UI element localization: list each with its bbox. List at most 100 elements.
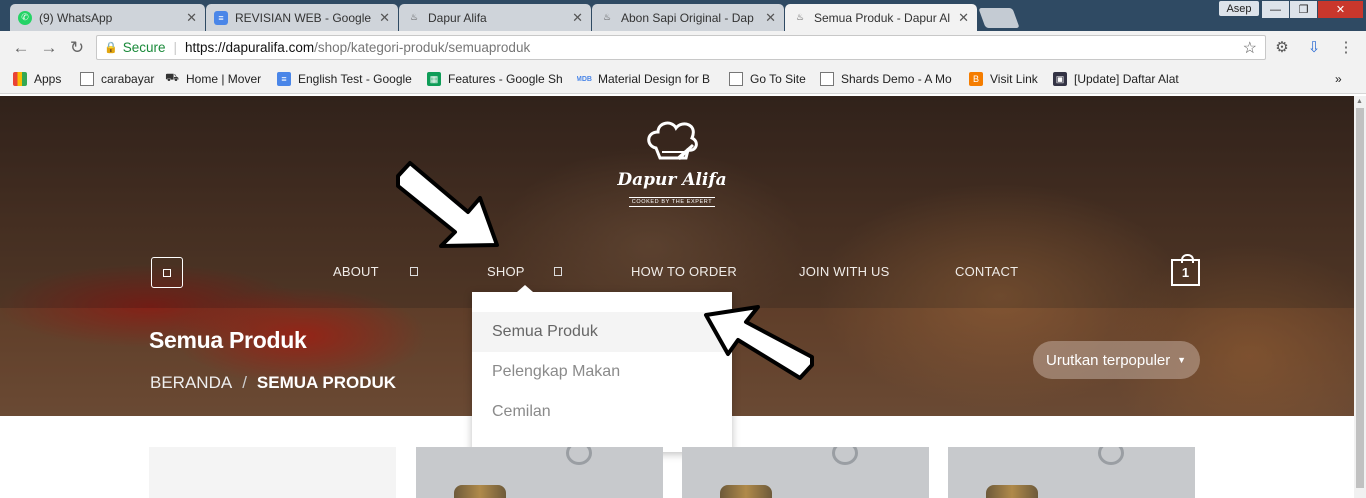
bookmark-label: Visit Link [990, 72, 1038, 86]
breadcrumb-home[interactable]: BERANDA [150, 373, 232, 393]
sort-select[interactable]: Urutkan terpopuler ▼ [1033, 341, 1200, 379]
secure-label: Secure [122, 40, 166, 55]
extension-gear-icon[interactable]: ⚙ [1273, 38, 1291, 56]
nav-join-with-us[interactable]: JOIN WITH US [799, 264, 890, 279]
close-window-button[interactable]: ✕ [1318, 1, 1363, 18]
bookmark-go-to-site[interactable]: Go To Site [729, 70, 811, 88]
bookmark-carabayar[interactable]: carabayar [80, 70, 160, 88]
dropdown-item-pelengkap-makan[interactable]: Pelengkap Makan [472, 352, 732, 392]
bookmark-label: English Test - Google [298, 72, 412, 86]
breadcrumb-separator: / [242, 373, 247, 392]
nav-shop-chevron-icon[interactable] [554, 267, 562, 276]
close-icon[interactable]: ✕ [765, 10, 776, 26]
page-icon [820, 72, 834, 86]
bookmark-label: Shards Demo - A Mo [841, 72, 952, 86]
product-image [832, 447, 858, 465]
menu-square-icon [163, 268, 171, 277]
shop-dropdown-menu: Semua Produk Pelengkap Makan Cemilan [472, 285, 732, 452]
page-title: Semua Produk [149, 327, 307, 353]
bookmark-label: Home | Mover [186, 72, 262, 86]
forward-icon[interactable]: → [38, 37, 60, 59]
extension-download-icon[interactable]: ⇩ [1305, 38, 1323, 56]
bookmark-english-test[interactable]: ≡ English Test - Google [277, 70, 419, 88]
page-icon [729, 72, 743, 86]
close-icon[interactable]: ✕ [186, 10, 197, 26]
minimize-button[interactable]: — [1262, 1, 1289, 18]
bookmark-label: Go To Site [750, 72, 806, 86]
bookmark-features[interactable]: ▦ Features - Google Sh [427, 70, 569, 88]
nav-about-chevron-icon[interactable] [410, 267, 418, 276]
product-card[interactable] [682, 447, 929, 498]
google-docs-icon: ≡ [277, 72, 291, 86]
dropdown-item-cemilan[interactable]: Cemilan [472, 392, 732, 432]
site-logo[interactable]: Dapur Alifa COOKED BY THE EXPERT [616, 118, 728, 218]
bookmark-label: Features - Google Sh [448, 72, 563, 86]
product-image [1098, 447, 1124, 465]
browser-tab-abon-sapi[interactable]: ♨ Abon Sapi Original - Dap ✕ [592, 4, 784, 31]
page-scrollbar[interactable]: ▲ [1354, 96, 1366, 498]
browser-tab-strip: ✆ (9) WhatsApp ✕ ≡ REVISIAN WEB - Google… [0, 0, 1366, 31]
product-card[interactable] [149, 447, 396, 498]
logo-tagline: COOKED BY THE EXPERT [628, 197, 716, 207]
cart-button[interactable]: 1 [1171, 254, 1200, 286]
caret-down-icon: ▼ [1177, 355, 1186, 365]
bookmark-star-icon[interactable]: ☆ [1243, 38, 1257, 58]
product-jar-image [720, 485, 772, 498]
logo-brand-text: Dapur Alifa [617, 170, 727, 190]
dropdown-item-semua-produk[interactable]: Semua Produk [472, 312, 732, 352]
page-icon [80, 72, 94, 86]
google-docs-icon: ≡ [214, 10, 228, 25]
scrollbar-thumb[interactable] [1356, 108, 1364, 488]
url-host: https://dapuralifa.com [185, 40, 315, 55]
truck-icon: ⛟ [165, 72, 179, 84]
nav-contact[interactable]: CONTACT [955, 264, 1018, 279]
address-separator: | [173, 40, 177, 55]
reload-icon[interactable]: ↻ [66, 37, 88, 59]
bookmark-label: carabayar [101, 72, 155, 86]
tab-label: Abon Sapi Original - Dap [621, 10, 754, 25]
tab-label: (9) WhatsApp [39, 10, 113, 25]
bookmark-shards-demo[interactable]: Shards Demo - A Mo [820, 70, 958, 88]
bookmark-home-mover[interactable]: ⛟ Home | Mover [165, 70, 270, 88]
product-card[interactable] [416, 447, 663, 498]
bookmark-label: Material Design for B [598, 72, 711, 86]
apps-grid-icon [13, 72, 27, 86]
bookmark-material-design[interactable]: MDB Material Design for B [577, 70, 717, 88]
profile-button[interactable]: Asep [1219, 1, 1259, 16]
chef-hat-icon [647, 121, 698, 160]
menu-toggle-button[interactable] [151, 257, 183, 288]
close-icon[interactable]: ✕ [958, 10, 969, 26]
bookmark-visit-link[interactable]: B Visit Link [969, 70, 1044, 88]
nav-how-to-order[interactable]: HOW TO ORDER [631, 264, 737, 279]
google-sheets-icon: ▦ [427, 72, 441, 86]
nav-about[interactable]: ABOUT [333, 264, 379, 279]
browser-tab-whatsapp[interactable]: ✆ (9) WhatsApp ✕ [10, 4, 205, 31]
mdb-icon: MDB [577, 75, 592, 83]
nav-shop[interactable]: SHOP [487, 264, 525, 279]
menu-icon[interactable]: ⋮ [1337, 38, 1355, 56]
browser-tab-semua-produk[interactable]: ♨ Semua Produk - Dapur Al ✕ [785, 4, 977, 31]
product-jar-image [454, 485, 506, 498]
product-card[interactable] [948, 447, 1195, 498]
new-tab-button[interactable] [978, 8, 1020, 28]
bookmark-label: [Update] Daftar Alat [1074, 72, 1179, 86]
bookmark-label: Apps [34, 72, 62, 86]
bookmarks-bar: Apps carabayar ⛟ Home | Mover ≡ English … [0, 64, 1366, 94]
breadcrumb-current: SEMUA PRODUK [256, 373, 397, 392]
more-bookmarks-button[interactable]: » [1335, 70, 1347, 88]
back-icon[interactable]: ← [10, 37, 32, 59]
browser-tab-dapur-alifa[interactable]: ♨ Dapur Alifa ✕ [399, 4, 591, 31]
close-icon[interactable]: ✕ [379, 10, 390, 26]
maximize-button[interactable]: ❐ [1290, 1, 1317, 18]
scroll-up-icon[interactable]: ▲ [1356, 98, 1363, 105]
sort-label: Urutkan terpopuler [1046, 351, 1171, 369]
browser-toolbar: ← → ↻ 🔒 Secure | https://dapuralifa.com /… [0, 31, 1366, 64]
address-bar[interactable]: 🔒 Secure | https://dapuralifa.com/shop/k… [96, 35, 1266, 60]
url-path: /shop/kategori-produk/semuaproduk [314, 40, 531, 55]
blogger-icon: B [969, 72, 983, 86]
bookmark-apps[interactable]: Apps [13, 70, 73, 88]
close-icon[interactable]: ✕ [572, 10, 583, 26]
browser-tab-revisian-web[interactable]: ≡ REVISIAN WEB - Google D ✕ [206, 4, 398, 31]
chef-hat-icon: ♨ [409, 12, 419, 22]
bookmark-daftar-alat[interactable]: ▣ [Update] Daftar Alat [1053, 70, 1190, 88]
